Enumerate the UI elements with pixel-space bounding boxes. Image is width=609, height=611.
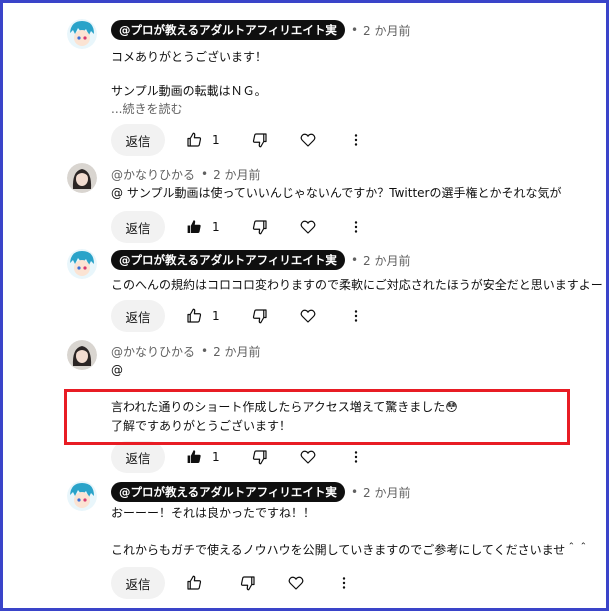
comment-header: @かなりひかる • 2 か月前 [111, 340, 261, 362]
comment-actions: 返信 1 [111, 300, 372, 332]
reply-button[interactable]: 返信 [111, 211, 165, 243]
comment-actions: 返信 1 [111, 211, 372, 243]
heart-button[interactable] [292, 441, 324, 473]
dislike-button[interactable] [244, 211, 276, 243]
highlight-box [64, 389, 570, 445]
comment-actions: 返信 [111, 567, 360, 599]
comment-text-line: @ [111, 363, 123, 377]
separator: • [201, 344, 209, 358]
like-count: 1 [212, 220, 220, 234]
more-vert-icon [354, 221, 358, 233]
dislike-button[interactable] [244, 441, 276, 473]
more-options-button[interactable] [340, 211, 372, 243]
like-button[interactable] [178, 441, 210, 473]
avatar[interactable] [67, 19, 97, 49]
comment-text-line: これからもガチで使えるノウハウを公開していきますのでご参考にしてくださいませ＾＾ [111, 543, 590, 557]
reply-button[interactable]: 返信 [111, 300, 165, 332]
thumbs-down-icon [252, 133, 267, 148]
more-vert-icon [354, 451, 358, 463]
avatar[interactable] [67, 163, 97, 193]
comment-time[interactable]: 2 か月前 [213, 343, 260, 360]
dislike-button[interactable] [244, 124, 276, 156]
heart-icon [300, 450, 316, 464]
more-vert-icon [342, 577, 346, 589]
comment-text-line: おーーー！それは良かったですね！！ [111, 506, 316, 520]
author-name[interactable]: @プロが教えるアダルトアフィリエイト実 [111, 250, 345, 270]
read-more-link[interactable]: ...続きを読む [111, 100, 182, 117]
thumbs-up-icon [187, 132, 202, 147]
like-count: 1 [212, 450, 220, 464]
thumbs-down-icon [252, 309, 267, 324]
thumbs-down-icon [252, 220, 267, 235]
separator: • [350, 23, 359, 37]
comment-text-line: @ サンプル動画は使っていいんじゃないんですか？Twitterの選手権とかそれな… [111, 186, 562, 200]
more-options-button[interactable] [328, 567, 360, 599]
like-count: 1 [212, 309, 220, 323]
dislike-button[interactable] [232, 567, 264, 599]
comment-actions: 返信 1 [111, 441, 372, 473]
like-button[interactable] [178, 124, 210, 156]
comment-header: @かなりひかる • 2 か月前 [111, 163, 261, 185]
author-name[interactable]: @かなりひかる [111, 343, 195, 360]
comment-item: @プロが教えるアダルトアフィリエイト実 • 2 か月前 おーーー！それは良かった… [67, 481, 597, 601]
comment-text-line: このへんの規約はコロコロ変わりますので柔軟にご対応されたほうが安全だと思いますよ… [111, 278, 603, 292]
heart-button[interactable] [280, 567, 312, 599]
screenshot-frame: @プロが教えるアダルトアフィリエイト実 • 2 か月前 コメありがとうございます… [0, 0, 609, 611]
heart-icon [300, 220, 316, 234]
separator: • [350, 253, 359, 267]
comment-item: @プロが教えるアダルトアフィリエイト実 • 2 か月前 このへんの規約はコロコロ… [67, 249, 603, 334]
heart-icon [300, 309, 316, 323]
comment-item: @かなりひかる • 2 か月前 @ サンプル動画は使っていいんじゃないんですか？… [67, 163, 597, 243]
more-options-button[interactable] [340, 300, 372, 332]
more-options-button[interactable] [340, 124, 372, 156]
comment-item: @プロが教えるアダルトアフィリエイト実 • 2 か月前 コメありがとうございます… [67, 19, 597, 159]
more-vert-icon [354, 134, 358, 146]
avatar[interactable] [67, 481, 97, 511]
thumbs-up-icon [187, 308, 202, 323]
more-options-button[interactable] [340, 441, 372, 473]
thumbs-up-filled-icon [187, 220, 201, 233]
comment-text-line: サンプル動画の転載はＮＧ。 [111, 84, 267, 98]
like-button[interactable] [178, 211, 210, 243]
more-vert-icon [354, 310, 358, 322]
like-button[interactable] [178, 567, 210, 599]
author-name[interactable]: @プロが教えるアダルトアフィリエイト実 [111, 20, 345, 40]
reply-button[interactable]: 返信 [111, 441, 165, 473]
comment-time[interactable]: 2 か月前 [363, 252, 410, 269]
comment-header: @プロが教えるアダルトアフィリエイト実 • 2 か月前 [111, 19, 410, 41]
heart-button[interactable] [292, 300, 324, 332]
dislike-button[interactable] [244, 300, 276, 332]
thumbs-up-icon [187, 575, 202, 590]
reply-button[interactable]: 返信 [111, 124, 165, 156]
comment-time[interactable]: 2 か月前 [213, 166, 260, 183]
like-count: 1 [212, 133, 220, 147]
comment-time[interactable]: 2 か月前 [363, 22, 410, 39]
like-button[interactable] [178, 300, 210, 332]
separator: • [350, 485, 359, 499]
heart-icon [288, 576, 304, 590]
author-name[interactable]: @プロが教えるアダルトアフィリエイト実 [111, 482, 345, 502]
thumbs-down-icon [240, 576, 255, 591]
avatar[interactable] [67, 340, 97, 370]
comment-header: @プロが教えるアダルトアフィリエイト実 • 2 か月前 [111, 481, 410, 503]
heart-button[interactable] [292, 124, 324, 156]
thumbs-down-icon [252, 450, 267, 465]
thumbs-up-filled-icon [187, 450, 201, 463]
heart-icon [300, 133, 316, 147]
author-name[interactable]: @かなりひかる [111, 166, 195, 183]
comment-actions: 返信 1 [111, 124, 372, 156]
comment-header: @プロが教えるアダルトアフィリエイト実 • 2 か月前 [111, 249, 410, 271]
separator: • [201, 167, 209, 181]
comment-text-line: コメありがとうございます！ [111, 50, 268, 64]
comment-time[interactable]: 2 か月前 [363, 484, 410, 501]
reply-button[interactable]: 返信 [111, 567, 165, 599]
avatar[interactable] [67, 249, 97, 279]
heart-button[interactable] [292, 211, 324, 243]
